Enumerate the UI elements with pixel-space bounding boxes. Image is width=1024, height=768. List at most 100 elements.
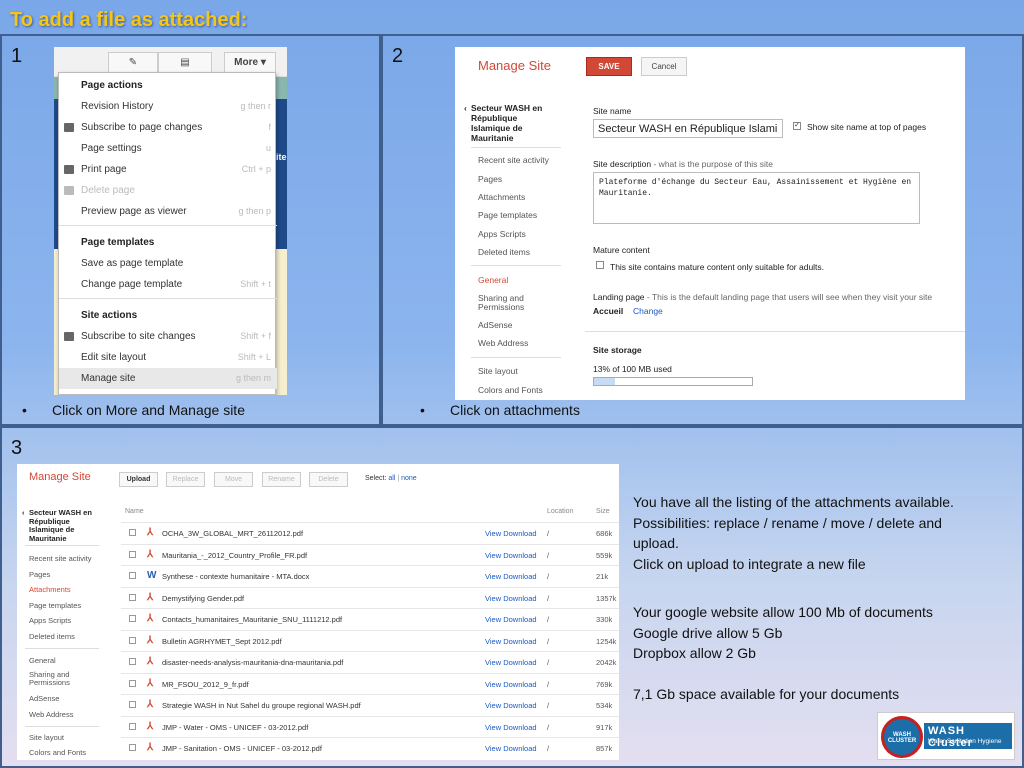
row-checkbox[interactable] bbox=[129, 550, 136, 558]
shortcut: g then r bbox=[240, 101, 271, 111]
move-button[interactable]: Move bbox=[214, 472, 253, 487]
save-button[interactable]: SAVE bbox=[586, 57, 632, 76]
view-download-link[interactable]: View Download bbox=[485, 680, 537, 689]
file-location: / bbox=[547, 550, 550, 560]
site-name-input[interactable]: Secteur WASH en République Islami bbox=[593, 119, 783, 138]
nav-deleted-items[interactable]: Deleted items bbox=[29, 632, 75, 641]
nav-colors-fonts[interactable]: Colors and Fonts bbox=[29, 748, 86, 757]
file-size: 534k bbox=[596, 701, 613, 710]
description-textarea[interactable]: Plateforme d'échange du Secteur Eau, Ass… bbox=[593, 172, 920, 224]
row-checkbox[interactable] bbox=[129, 572, 136, 579]
view-download-link[interactable]: View Download bbox=[485, 658, 537, 667]
new-page-button[interactable]: ▤ bbox=[158, 52, 212, 74]
view-download-link[interactable]: View Download bbox=[485, 615, 537, 624]
chevron-left-icon: ‹ bbox=[464, 103, 467, 113]
column-header-name[interactable]: Name bbox=[125, 508, 144, 515]
row-checkbox[interactable] bbox=[129, 615, 136, 622]
description-hint: - what is the purpose of this site bbox=[651, 159, 774, 169]
menu-item-print-page[interactable]: Print page Ctrl + p bbox=[59, 159, 277, 180]
mature-checkbox[interactable] bbox=[596, 261, 604, 269]
edit-button[interactable]: ✎ bbox=[108, 52, 158, 74]
menu-item-page-settings[interactable]: Page settings u bbox=[59, 138, 277, 159]
nav-web-address[interactable]: Web Address bbox=[478, 338, 528, 348]
column-header-location[interactable]: Location bbox=[547, 508, 573, 515]
nav-sharing[interactable]: Sharing and Permissions bbox=[29, 671, 79, 687]
table-row[interactable]: ⅄ disaster-needs-analysis-mauritania-dna-… bbox=[121, 651, 619, 673]
nav-attachments[interactable]: Attachments bbox=[29, 585, 71, 594]
nav-page-templates[interactable]: Page templates bbox=[29, 601, 81, 610]
nav-attachments[interactable]: Attachments bbox=[478, 192, 525, 202]
delete-button[interactable]: Delete bbox=[309, 472, 348, 487]
nav-general[interactable]: General bbox=[29, 656, 56, 665]
row-checkbox[interactable] bbox=[129, 593, 136, 601]
menu-item-subscribe-site[interactable]: Subscribe to site changes Shift + f bbox=[59, 326, 277, 347]
row-checkbox[interactable] bbox=[129, 658, 136, 665]
manage-site-title: Manage Site bbox=[478, 58, 551, 73]
row-checkbox[interactable] bbox=[129, 722, 136, 730]
column-header-size[interactable]: Size bbox=[596, 508, 610, 515]
nav-page-templates[interactable]: Page templates bbox=[478, 210, 537, 220]
table-row[interactable]: W Synthese - contexte humanitaire - MTA.d… bbox=[121, 565, 619, 587]
nav-colors-fonts[interactable]: Colors and Fonts bbox=[478, 385, 543, 395]
view-download-link[interactable]: View Download bbox=[485, 551, 537, 560]
table-row[interactable]: ⅄ Contacts_humanitaires_Mauritanie_SNU_11… bbox=[121, 608, 619, 630]
view-download-link[interactable]: View Download bbox=[485, 529, 537, 538]
menu-item-preview-viewer[interactable]: Preview page as viewer g then p bbox=[59, 201, 277, 222]
upload-button[interactable]: Upload bbox=[119, 472, 158, 487]
menu-item-label: Change page template bbox=[81, 279, 183, 290]
more-button[interactable]: More ▾ bbox=[224, 52, 276, 74]
view-download-link[interactable]: View Download bbox=[485, 723, 537, 732]
table-row[interactable]: ⅄ JMP - Water - OMS - UNICEF - 03-2012.pd… bbox=[121, 715, 619, 738]
view-download-link[interactable]: View Download bbox=[485, 594, 537, 603]
row-checkbox[interactable] bbox=[129, 636, 136, 644]
menu-item-edit-layout[interactable]: Edit site layout Shift + L bbox=[59, 347, 277, 368]
cancel-button[interactable]: Cancel bbox=[641, 57, 687, 76]
menu-item-save-template[interactable]: Save as page template bbox=[59, 253, 277, 274]
nav-recent-activity[interactable]: Recent site activity bbox=[29, 554, 92, 563]
menu-item-subscribe-page[interactable]: Subscribe to page changes f bbox=[59, 117, 277, 138]
nav-adsense[interactable]: AdSense bbox=[29, 694, 59, 703]
view-download-link[interactable]: View Download bbox=[485, 572, 537, 581]
row-checkbox[interactable] bbox=[129, 529, 136, 536]
table-row[interactable]: ⅄ Mauritania_-_2012_Country_Profile_FR.pd… bbox=[121, 543, 619, 566]
row-checkbox[interactable] bbox=[129, 679, 136, 687]
show-name-checkbox[interactable]: ✓ bbox=[793, 122, 801, 130]
site-back-link[interactable]: ‹ Secteur WASH en République Islamique de… bbox=[464, 103, 556, 143]
landing-change-link[interactable]: Change bbox=[633, 306, 663, 316]
menu-item-change-template[interactable]: Change page template Shift + t bbox=[59, 274, 277, 295]
nav-sharing[interactable]: Sharing and Permissions bbox=[478, 294, 538, 312]
nav-general[interactable]: General bbox=[478, 275, 508, 285]
select-controls: Select: all | none bbox=[365, 475, 417, 482]
row-checkbox[interactable] bbox=[129, 744, 136, 751]
table-row[interactable]: ⅄ MR_FSOU_2012_9_fr.pdf View Download / 769k bbox=[121, 672, 619, 695]
nav-deleted-items[interactable]: Deleted items bbox=[478, 247, 530, 257]
view-download-link[interactable]: View Download bbox=[485, 637, 537, 646]
replace-button[interactable]: Replace bbox=[166, 472, 205, 487]
nav-adsense[interactable]: AdSense bbox=[478, 320, 513, 330]
menu-item-delete-page[interactable]: Delete page bbox=[59, 180, 277, 201]
nav-web-address[interactable]: Web Address bbox=[29, 710, 73, 719]
select-all-link[interactable]: all bbox=[388, 475, 395, 482]
nav-site-layout[interactable]: Site layout bbox=[478, 366, 518, 376]
nav-pages[interactable]: Pages bbox=[29, 570, 50, 579]
menu-item-revision-history[interactable]: Revision History g then r bbox=[59, 96, 277, 117]
rename-button[interactable]: Rename bbox=[262, 472, 301, 487]
row-checkbox[interactable] bbox=[129, 701, 136, 708]
view-download-link[interactable]: View Download bbox=[485, 744, 537, 753]
table-row[interactable]: ⅄ OCHA_3W_GLOBAL_MRT_26112012.pdf View Dow… bbox=[121, 522, 619, 544]
nav-apps-scripts[interactable]: Apps Scripts bbox=[478, 229, 526, 239]
nav-site-layout[interactable]: Site layout bbox=[29, 733, 64, 742]
table-row[interactable]: ⅄ Bulletin AGRHYMET_Sept 2012.pdf View Dow… bbox=[121, 629, 619, 652]
site-back-link[interactable]: ‹ Secteur WASH en République Islamique de… bbox=[22, 508, 101, 543]
menu-item-manage-site[interactable]: Manage site g then m bbox=[59, 368, 277, 389]
view-download-link[interactable]: View Download bbox=[485, 701, 537, 710]
table-row[interactable]: ⅄ Demystifying Gender.pdf View Download / 13… bbox=[121, 586, 619, 609]
nav-pages[interactable]: Pages bbox=[478, 174, 502, 184]
select-none-link[interactable]: none bbox=[401, 475, 417, 482]
table-row[interactable]: ⅄ Strategie WASH in Nut Sahel du groupe r… bbox=[121, 694, 619, 716]
nav-recent-activity[interactable]: Recent site activity bbox=[478, 155, 549, 165]
info-block-storage: Your google website allow 100 Mb of docu… bbox=[633, 602, 933, 664]
nav-apps-scripts[interactable]: Apps Scripts bbox=[29, 616, 71, 625]
storage-bar-fill bbox=[594, 378, 615, 385]
table-row[interactable]: ⅄ JMP - Sanitation - OMS - UNICEF - 03-20… bbox=[121, 737, 619, 759]
